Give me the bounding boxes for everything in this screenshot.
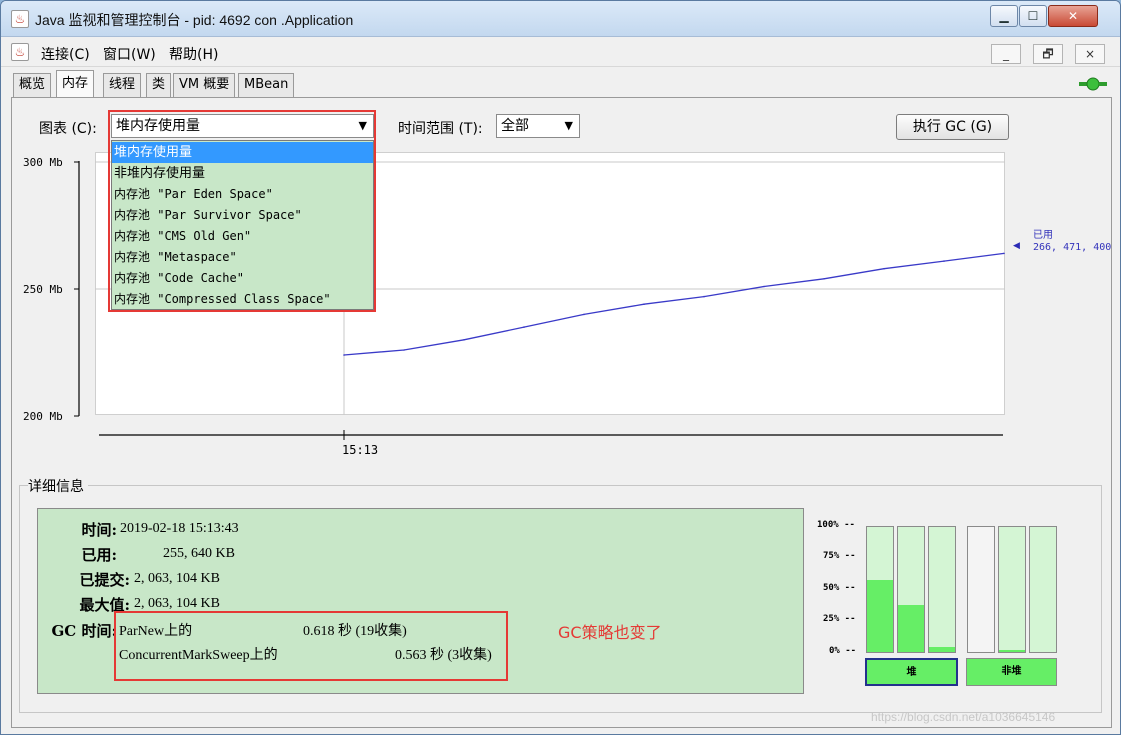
pct-label: 0% --: [829, 646, 857, 656]
detail-key-time: 时间:: [81, 521, 117, 539]
nonheap-button[interactable]: 非堆: [966, 658, 1057, 686]
pct-label: 25% --: [823, 614, 856, 624]
bar-fill: [999, 649, 1025, 652]
used-memory-point: [1003, 252, 1005, 255]
dropdown-item[interactable]: 内存池 "Metaspace": [112, 247, 373, 268]
used-series-name: 已用: [1033, 230, 1053, 241]
left-arrow-icon: ◀: [1013, 241, 1020, 251]
nonheap-pool-bar[interactable]: [967, 526, 995, 653]
bar-fill: [867, 579, 893, 652]
used-memory-point: [523, 326, 525, 328]
bar-fill: [929, 647, 955, 652]
detail-key-max: 最大值:: [79, 596, 130, 614]
heap-pool-bar[interactable]: [928, 526, 956, 653]
detail-key-committed: 已提交:: [79, 571, 130, 589]
used-memory-point: [343, 354, 345, 356]
watermark: https://blog.csdn.net/a1036645146: [871, 710, 1056, 724]
heap-pool-bar[interactable]: [866, 526, 894, 653]
detail-value-used: 255, 640 KB: [163, 546, 235, 561]
heap-button[interactable]: 堆: [865, 658, 958, 686]
nonheap-pool-bar[interactable]: [1029, 526, 1057, 653]
dropdown-item[interactable]: 非堆内存使用量: [112, 163, 373, 184]
used-memory-point: [823, 278, 825, 280]
dropdown-item[interactable]: 内存池 "Code Cache": [112, 268, 373, 289]
detail-value-time: 2019-02-18 15:13:43: [120, 521, 239, 536]
pct-label: 75% --: [823, 551, 856, 561]
dropdown-item[interactable]: 内存池 "Compressed Class Space": [112, 289, 373, 310]
pct-label: 50% --: [823, 583, 856, 593]
details-title: 详细信息: [28, 476, 88, 496]
dropdown-item[interactable]: 堆内存使用量: [112, 142, 373, 163]
pct-label: 100% --: [817, 520, 855, 530]
detail-value-max: 2, 063, 104 KB: [134, 596, 220, 611]
dropdown-item[interactable]: 内存池 "Par Eden Space": [112, 184, 373, 205]
gc-collector-name: ParNew上的: [119, 624, 193, 639]
used-memory-point: [883, 267, 885, 270]
bar-fill: [898, 604, 924, 652]
heap-pool-bar[interactable]: [897, 526, 925, 653]
gc-collector-time: 0.618 秒 (19收集): [303, 624, 407, 639]
detail-key-used: 已用:: [81, 546, 117, 564]
used-memory-point: [703, 295, 705, 298]
gc-collector-time: 0.563 秒 (3收集): [395, 648, 492, 663]
used-memory-line: [343, 252, 1005, 356]
detail-value-committed: 2, 063, 104 KB: [134, 571, 220, 586]
annotation-text: GC策略也变了: [558, 623, 662, 642]
nonheap-pool-bar[interactable]: [998, 526, 1026, 653]
used-series-label: 已用 266, 471, 400: [1033, 230, 1111, 254]
gc-collector-name: ConcurrentMarkSweep上的: [119, 648, 278, 663]
used-memory-point: [763, 285, 765, 288]
dropdown-item[interactable]: 内存池 "Par Survivor Space": [112, 205, 373, 226]
used-memory-point: [403, 349, 405, 351]
jconsole-window: ♨ Java 监视和管理控制台 - pid: 4692 con .Applica…: [0, 0, 1121, 735]
chart-dropdown-list: 堆内存使用量 非堆内存使用量 内存池 "Par Eden Space" 内存池 …: [111, 140, 374, 310]
detail-key-gc-time: GC 时间:: [51, 622, 117, 640]
used-memory-point: [463, 339, 465, 341]
used-memory-point: [583, 313, 585, 316]
used-memory-point: [943, 260, 945, 262]
used-series-value: 266, 471, 400: [1033, 242, 1112, 253]
used-memory-point: [643, 303, 645, 306]
dropdown-item[interactable]: 内存池 "CMS Old Gen": [112, 226, 373, 247]
